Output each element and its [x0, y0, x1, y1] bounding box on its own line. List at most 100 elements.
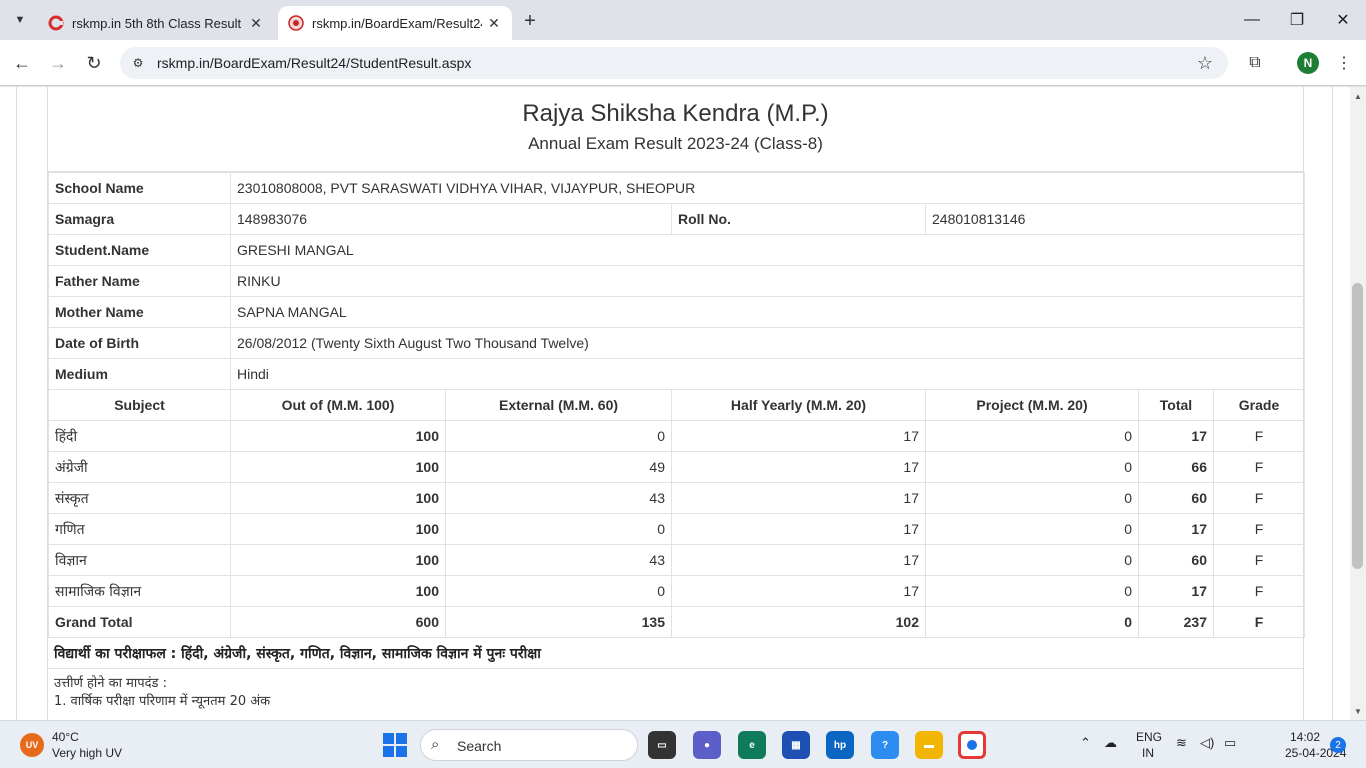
- medium-row: Medium Hindi: [48, 358, 1305, 390]
- out-of-value: 100: [230, 420, 446, 452]
- vertical-scrollbar[interactable]: ▲ ▼: [1350, 87, 1366, 720]
- grand-grade: F: [1213, 606, 1305, 638]
- col-grade: Grade: [1213, 389, 1305, 421]
- half-yearly-value: 17: [671, 544, 926, 576]
- total-value: 17: [1138, 513, 1214, 545]
- task-view-icon[interactable]: ▭: [648, 731, 676, 759]
- project-value: 0: [925, 513, 1139, 545]
- result-remark: विद्यार्थी का परीक्षाफल : हिंदी, अंग्रेज…: [48, 638, 1303, 669]
- marks-header-row: Subject Out of (M.M. 100) External (M.M.…: [48, 389, 1305, 421]
- content-frame: Rajya Shiksha Kendra (M.P.) Annual Exam …: [16, 87, 1333, 720]
- minimize-icon: —: [1244, 11, 1260, 28]
- father-row: Father Name RINKU: [48, 265, 1305, 297]
- result-table: School Name 23010808008, PVT SARASWATI V…: [48, 172, 1305, 638]
- wifi-icon[interactable]: ≋: [1176, 735, 1187, 751]
- criteria-line: 1. वार्षिक परीक्षा परिणाम में न्यूनतम 20…: [54, 694, 271, 709]
- samagra-label: Samagra: [48, 203, 231, 235]
- weather-uv-icon[interactable]: UV: [20, 733, 44, 757]
- browser-toolbar: ← → ↻ ⚙ rskmp.in/BoardExam/Result24/Stud…: [0, 40, 1366, 86]
- minimize-button[interactable]: —: [1240, 8, 1264, 32]
- father-label: Father Name: [48, 265, 231, 297]
- help-icon[interactable]: ?: [871, 731, 899, 759]
- search-label: Search: [457, 738, 502, 754]
- weather-temp[interactable]: 40°C: [52, 730, 79, 744]
- store-icon[interactable]: ▦: [782, 731, 810, 759]
- out-of-value: 100: [230, 482, 446, 514]
- table-row: संस्कृत 100 43 17 0 60 F: [48, 482, 1305, 514]
- new-tab-button[interactable]: +: [518, 9, 542, 33]
- weather-desc[interactable]: Very high UV: [52, 746, 122, 760]
- onedrive-cloud-icon[interactable]: ☁: [1104, 735, 1117, 751]
- half-yearly-value: 17: [671, 575, 926, 607]
- language-indicator[interactable]: ENG: [1136, 730, 1162, 744]
- site-info-icon[interactable]: ⚙: [128, 53, 148, 73]
- c-favicon-icon: [48, 15, 64, 31]
- file-explorer-icon[interactable]: ▬: [915, 731, 943, 759]
- out-of-value: 100: [230, 451, 446, 483]
- profile-avatar[interactable]: N: [1297, 52, 1319, 74]
- url-text[interactable]: rskmp.in/BoardExam/Result24/StudentResul…: [157, 55, 471, 71]
- chevron-up-icon[interactable]: ⌃: [1080, 735, 1091, 751]
- result-heading: Rajya Shiksha Kendra (M.P.) Annual Exam …: [48, 87, 1303, 172]
- chrome-icon[interactable]: [958, 731, 986, 759]
- region-indicator[interactable]: IN: [1142, 746, 1154, 760]
- grand-total-label: Grand Total: [48, 606, 231, 638]
- external-value: 0: [445, 513, 672, 545]
- taskbar-search[interactable]: ⌕ Search: [420, 729, 638, 761]
- tab-search-button[interactable]: ▼: [8, 8, 32, 32]
- total-value: 66: [1138, 451, 1214, 483]
- result-card: Rajya Shiksha Kendra (M.P.) Annual Exam …: [47, 87, 1305, 720]
- mother-row: Mother Name SAPNA MANGAL: [48, 296, 1305, 328]
- criteria-heading: उत्तीर्ण होने का मापदंड :: [54, 676, 168, 691]
- close-icon[interactable]: ✕: [248, 15, 264, 31]
- restore-icon: ❐: [1289, 12, 1305, 29]
- col-half-yearly: Half Yearly (M.M. 20): [671, 389, 926, 421]
- edge-browser-icon[interactable]: e: [738, 731, 766, 759]
- back-button[interactable]: ←: [10, 51, 34, 75]
- scroll-up-arrow-icon[interactable]: ▲: [1350, 89, 1366, 103]
- teams-chat-icon[interactable]: ●: [693, 731, 721, 759]
- notification-badge[interactable]: 2: [1330, 737, 1346, 753]
- more-menu-icon[interactable]: ⋮: [1332, 51, 1356, 75]
- close-icon[interactable]: ✕: [486, 15, 502, 31]
- myhp-icon[interactable]: hp: [826, 731, 854, 759]
- grand-total-row: Grand Total 600 135 102 0 237 F: [48, 606, 1305, 638]
- total-value: 17: [1138, 420, 1214, 452]
- project-value: 0: [925, 420, 1139, 452]
- search-icon: ⌕: [431, 736, 440, 753]
- grade-value: F: [1213, 544, 1305, 576]
- chevron-down-icon: ▼: [14, 14, 26, 26]
- reload-button[interactable]: ↻: [82, 51, 106, 75]
- table-row: अंग्रेजी 100 49 17 0 66 F: [48, 451, 1305, 483]
- tab-rskmp-result24[interactable]: rskmp.in/BoardExam/Result24 ✕: [278, 6, 512, 40]
- address-bar[interactable]: ⚙ rskmp.in/BoardExam/Result24/StudentRes…: [120, 47, 1228, 79]
- bookmark-star-icon[interactable]: ☆: [1194, 52, 1216, 74]
- scroll-down-arrow-icon[interactable]: ▼: [1350, 704, 1366, 718]
- speaker-icon[interactable]: ◁): [1200, 735, 1214, 751]
- project-value: 0: [925, 575, 1139, 607]
- grade-value: F: [1213, 513, 1305, 545]
- scroll-thumb[interactable]: [1352, 283, 1363, 569]
- windows-start-icon[interactable]: [383, 733, 407, 757]
- table-row: हिंदी 100 0 17 0 17 F: [48, 420, 1305, 452]
- restore-button[interactable]: ❐: [1285, 8, 1309, 32]
- project-value: 0: [925, 451, 1139, 483]
- page-subtitle: Annual Exam Result 2023-24 (Class-8): [528, 134, 823, 153]
- project-value: 0: [925, 482, 1139, 514]
- external-value: 0: [445, 420, 672, 452]
- col-total: Total: [1138, 389, 1214, 421]
- samagra-value: 148983076: [230, 203, 672, 235]
- school-label: School Name: [48, 172, 231, 204]
- table-row: सामाजिक विज्ञान 100 0 17 0 17 F: [48, 575, 1305, 607]
- tab-rskmp-class-result[interactable]: rskmp.in 5th 8th Class Result 2 ✕: [38, 6, 274, 40]
- roll-label: Roll No.: [671, 203, 926, 235]
- grand-out-of: 600: [230, 606, 446, 638]
- medium-value: Hindi: [230, 358, 1305, 390]
- school-value: 23010808008, PVT SARASWATI VIDHYA VIHAR,…: [230, 172, 1305, 204]
- clock-time[interactable]: 14:02: [1290, 730, 1320, 744]
- extensions-icon[interactable]: ⧉: [1243, 51, 1267, 75]
- project-value: 0: [925, 544, 1139, 576]
- close-window-button[interactable]: ✕: [1331, 8, 1355, 32]
- battery-icon[interactable]: ▭: [1224, 735, 1236, 751]
- forward-button[interactable]: →: [46, 51, 70, 75]
